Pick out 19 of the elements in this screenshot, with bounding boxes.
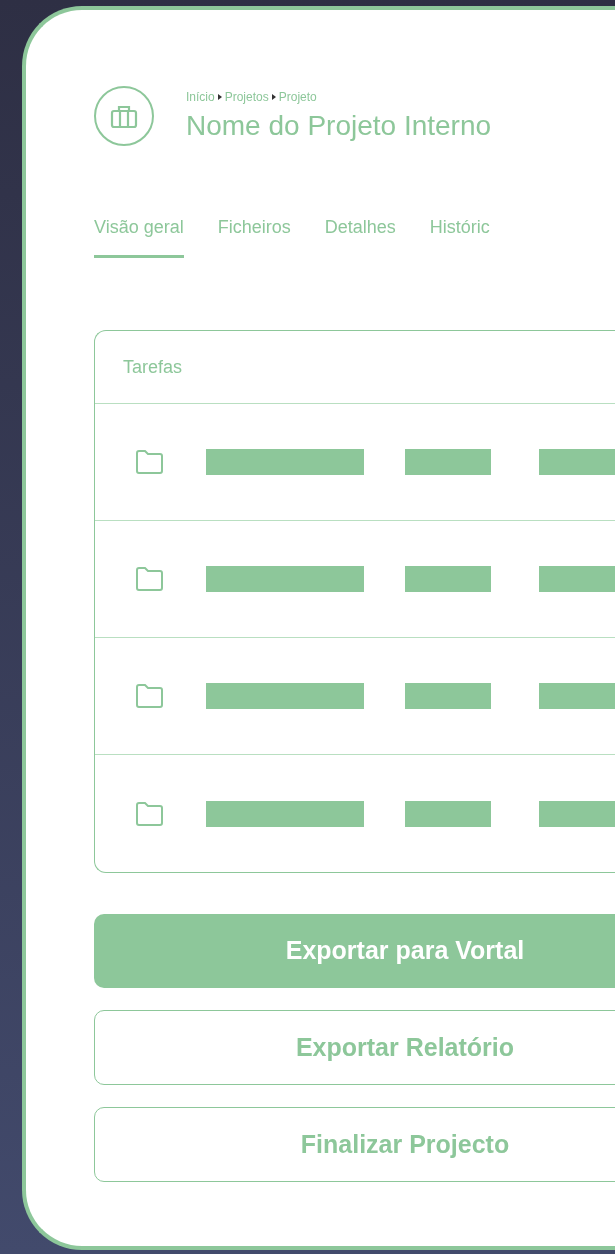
caret-icon (217, 94, 222, 100)
action-button[interactable]: Exportar para Vortal (94, 914, 615, 988)
folder-icon (135, 800, 165, 827)
folder-icon (135, 566, 165, 592)
breadcrumb-link[interactable]: Projeto (278, 88, 317, 106)
project-title: Nome do Projeto Interno (186, 109, 492, 143)
folder-icon (135, 683, 165, 709)
tab[interactable]: Detalhes (324, 214, 396, 258)
tab[interactable]: Ficheiros (217, 214, 291, 258)
tab[interactable]: Visão geral (94, 214, 184, 258)
action-button[interactable]: Exportar Relatório (94, 1010, 615, 1085)
folder-icon (135, 449, 165, 475)
briefcase-icon (94, 86, 154, 146)
caret-icon (271, 94, 276, 100)
panel-title: Tarefas (123, 355, 183, 379)
tab[interactable]: Históric (429, 214, 490, 258)
breadcrumb-link[interactable]: Projetos (224, 88, 269, 106)
breadcrumb-link[interactable]: Início (186, 88, 215, 106)
action-button[interactable]: Finalizar Projecto (94, 1107, 615, 1182)
